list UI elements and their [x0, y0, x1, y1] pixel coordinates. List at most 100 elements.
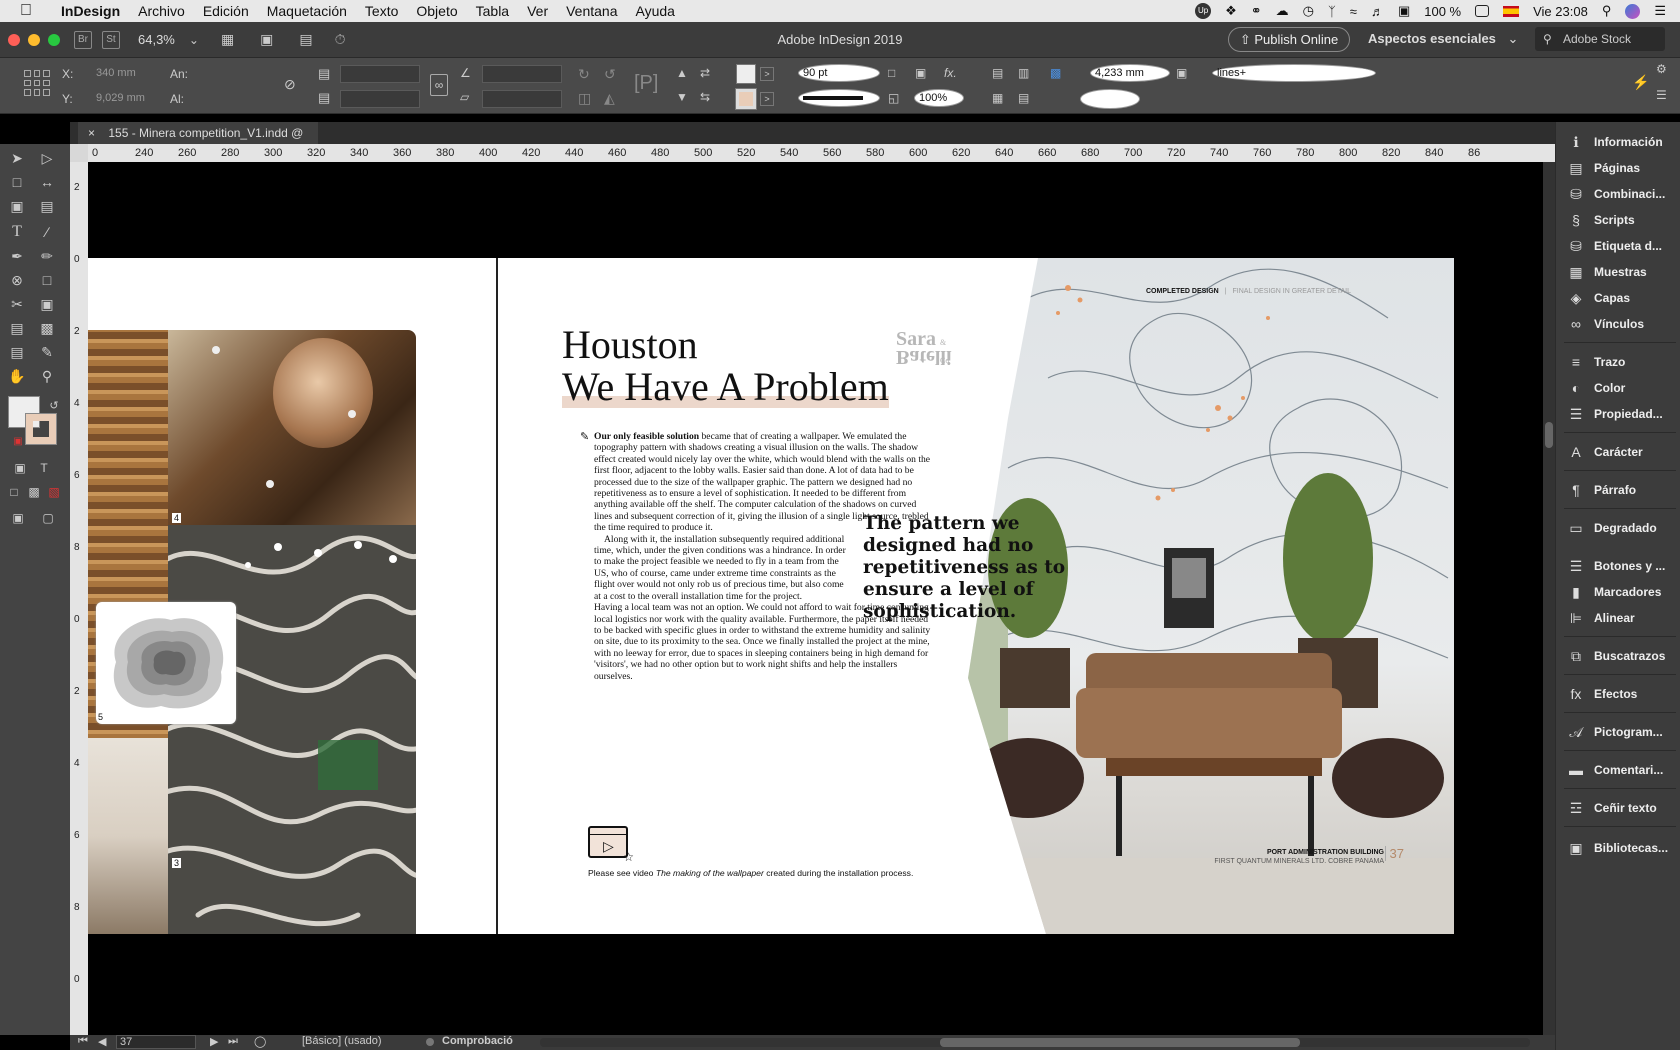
- preview-mode-icon[interactable]: ▢: [38, 508, 58, 528]
- panel-pages[interactable]: ▤ Páginas: [1564, 156, 1679, 180]
- flag-icon[interactable]: [1503, 5, 1520, 17]
- page-number-field[interactable]: 37: [116, 1035, 196, 1049]
- airplay-icon[interactable]: ▣: [1398, 3, 1410, 19]
- stroke-color-swatch[interactable]: [25, 413, 57, 445]
- panel-color[interactable]: ◐ Color: [1564, 376, 1679, 400]
- select-content-icon[interactable]: ▼: [676, 90, 688, 104]
- select-next-icon[interactable]: ⇆: [700, 90, 710, 104]
- scissors-tool-icon[interactable]: ✂: [7, 294, 27, 314]
- horizontal-scrollbar[interactable]: [540, 1038, 1530, 1047]
- video-play-icon[interactable]: ▷ ☆: [588, 826, 634, 864]
- gear-icon[interactable]: ⚙: [1656, 62, 1667, 76]
- portrait-panel-photo[interactable]: 4: [168, 330, 416, 525]
- minimize-window-icon[interactable]: [28, 33, 40, 46]
- maximize-window-icon[interactable]: [48, 33, 60, 46]
- screen-mode-icon[interactable]: ▣: [260, 31, 273, 48]
- upwork-icon[interactable]: Up: [1195, 3, 1212, 19]
- panel-buttons[interactable]: ☰ Botones y ...: [1564, 554, 1679, 578]
- first-page-icon[interactable]: ⏮: [78, 1035, 88, 1048]
- menu-archivo[interactable]: Archivo: [129, 3, 194, 19]
- headline[interactable]: Houston We Have A Problem: [562, 324, 889, 408]
- vertical-ruler[interactable]: 2 0 2 4 6 8 0 2 4 6 8 0: [70, 162, 88, 1035]
- effects-icon[interactable]: fx.: [944, 66, 957, 80]
- panel-scripts[interactable]: § Scripts: [1564, 208, 1679, 232]
- apply-gradient-icon[interactable]: ▩: [24, 482, 44, 502]
- adobe-stock-search[interactable]: ⚲ Adobe Stock: [1535, 27, 1665, 51]
- panel-info[interactable]: ℹ Información: [1564, 130, 1679, 154]
- flip-h-icon[interactable]: ◫: [578, 90, 591, 107]
- clock[interactable]: Vie 23:08: [1533, 4, 1588, 19]
- reference-point-icon[interactable]: [24, 70, 50, 96]
- formatting-container-icon[interactable]: ▣: [10, 458, 30, 478]
- panel-merge[interactable]: ⛁ Combinaci...: [1564, 182, 1679, 206]
- rotate-icon[interactable]: ∠: [460, 66, 471, 80]
- object-style-icon[interactable]: ▣: [1176, 66, 1187, 80]
- panel-menu-icon[interactable]: ☰: [1656, 88, 1667, 102]
- x-field[interactable]: 340 mm: [92, 65, 158, 83]
- prev-page-icon[interactable]: ◀: [98, 1035, 106, 1048]
- style-status[interactable]: [Básico] (usado): [302, 1035, 381, 1047]
- panel-effects[interactable]: fx Efectos: [1564, 682, 1679, 706]
- stroke-arrow-icon[interactable]: >: [760, 92, 774, 106]
- panel-properties[interactable]: ☰ Propiedad...: [1564, 402, 1679, 426]
- panel-align[interactable]: ⊫ Alinear: [1564, 606, 1679, 630]
- rectangle-frame-tool-icon[interactable]: ⊗: [7, 270, 27, 290]
- shear-icon[interactable]: ▱: [460, 90, 469, 104]
- formatting-text-icon[interactable]: T: [34, 458, 54, 478]
- panel-comments[interactable]: ▬ Comentari...: [1564, 758, 1679, 782]
- scroll-thumb[interactable]: [1545, 422, 1553, 448]
- rectangle-tool-icon[interactable]: □: [37, 270, 57, 290]
- apple-menu-icon[interactable]: : [0, 2, 52, 20]
- apply-none-icon[interactable]: ▧: [44, 482, 64, 502]
- icloud-icon[interactable]: ☁: [1276, 3, 1289, 19]
- publish-online-button[interactable]: ⇧ Publish Online: [1228, 27, 1350, 52]
- selection-tool-icon[interactable]: ➤: [7, 148, 27, 168]
- panel-paragraph[interactable]: ¶ Párrafo: [1564, 478, 1679, 502]
- direct-selection-tool-icon[interactable]: ▷: [37, 148, 57, 168]
- volume-icon[interactable]: ♬: [1371, 4, 1384, 19]
- pen-tool-icon[interactable]: ✒: [7, 246, 27, 266]
- stroke-type-field[interactable]: [798, 89, 880, 107]
- creative-cloud-icon[interactable]: ⚭: [1251, 3, 1262, 19]
- document-tab[interactable]: × 155 - Minera competition_V1.indd @ 64%: [78, 122, 318, 162]
- arrange-documents-icon[interactable]: ▤: [299, 31, 312, 48]
- stock-button[interactable]: St: [102, 30, 120, 49]
- pencil-tool-icon[interactable]: ✏: [37, 246, 57, 266]
- panel-finder[interactable]: ⧉ Buscatrazos: [1564, 644, 1679, 668]
- panel-glyphs[interactable]: 𝒜 Pictogram...: [1564, 720, 1679, 744]
- height-field[interactable]: [198, 90, 270, 108]
- gradient-feather-tool-icon[interactable]: ▩: [37, 318, 57, 338]
- panel-stroke[interactable]: ≡ Trazo: [1564, 350, 1679, 374]
- width-field[interactable]: [198, 65, 270, 83]
- opacity-icon[interactable]: ◱: [888, 91, 899, 105]
- scale-x-icon[interactable]: ▤: [318, 66, 330, 82]
- eyedropper-tool-icon[interactable]: ✎: [37, 342, 57, 362]
- quick-apply-icon[interactable]: ⚡: [1632, 74, 1649, 91]
- fill-arrow-icon[interactable]: >: [760, 67, 774, 81]
- siri-icon[interactable]: [1625, 3, 1641, 19]
- panel-character[interactable]: A Carácter: [1564, 440, 1679, 464]
- topo-model-photo[interactable]: 5: [96, 602, 236, 724]
- rotate-cw-icon[interactable]: ↻: [578, 66, 590, 83]
- next-page-icon[interactable]: ▶: [210, 1035, 218, 1048]
- default-colors-icon[interactable]: ▣: [8, 432, 28, 452]
- zoom-tool-icon[interactable]: ⚲: [37, 366, 57, 386]
- rotate-ccw-icon[interactable]: ↺: [604, 66, 616, 83]
- panel-libraries[interactable]: ▣ Bibliotecas...: [1564, 836, 1679, 860]
- spotlight-icon[interactable]: ⚲: [1602, 3, 1612, 19]
- object-style-field[interactable]: lines+: [1212, 64, 1376, 82]
- horizontal-scroll-thumb[interactable]: [940, 1038, 1300, 1047]
- scale-y-field[interactable]: [340, 90, 420, 108]
- free-transform-tool-icon[interactable]: ▣: [37, 294, 57, 314]
- drop-shadow-icon[interactable]: ▣: [915, 66, 926, 80]
- battery-icon[interactable]: [1475, 5, 1490, 17]
- stroke-swatch[interactable]: [735, 88, 757, 110]
- pull-quote[interactable]: The pattern we designed had no repetitiv…: [863, 513, 1103, 623]
- content-collector-icon[interactable]: ▣: [7, 196, 27, 216]
- panel-links[interactable]: ∞ Vínculos: [1564, 312, 1679, 336]
- topo-lines-photo[interactable]: 3: [168, 525, 416, 934]
- gap-field[interactable]: 4,233 mm: [1090, 64, 1170, 82]
- open-page-icon[interactable]: ◯: [254, 1035, 266, 1048]
- menu-ventana[interactable]: Ventana: [557, 3, 626, 19]
- close-window-icon[interactable]: [8, 33, 20, 46]
